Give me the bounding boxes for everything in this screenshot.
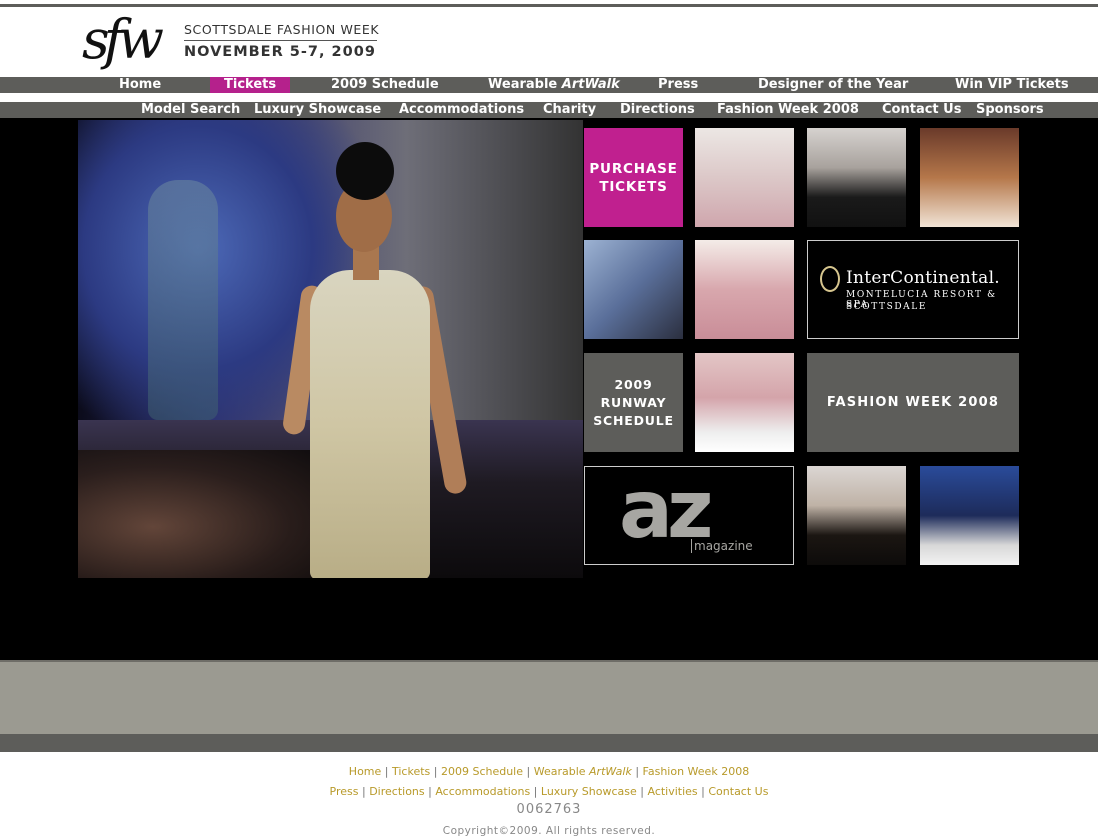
logo-script: sfw (82, 8, 164, 71)
nav-sponsors[interactable]: Sponsors (976, 102, 1044, 118)
footer-separator: | (358, 785, 370, 798)
footer-separator: | (530, 785, 541, 798)
nav-2009-schedule[interactable]: 2009 Schedule (331, 77, 439, 93)
secondary-nav: Model Search Luxury Showcase Accommodati… (0, 102, 1098, 118)
footer-links-row-2: Press | Directions | Accommodations | Lu… (0, 785, 1098, 798)
footer-link-accommodations[interactable]: Accommodations (435, 785, 530, 798)
footer-link-luxury-showcase[interactable]: Luxury Showcase (541, 785, 637, 798)
nav-wearable-label: Wearable (488, 77, 562, 92)
footer-band-dark (0, 734, 1098, 752)
intercontinental-emblem-icon (820, 266, 840, 292)
photo-tile-model-black-coat[interactable] (807, 466, 906, 565)
nav-home[interactable]: Home (119, 77, 161, 93)
nav-model-search[interactable]: Model Search (141, 102, 240, 118)
runway-schedule-label: 2009 RUNWAY SCHEDULE (593, 376, 674, 428)
footer-separator: | (636, 785, 648, 798)
fashion-week-2008-label: FASHION WEEK 2008 (826, 394, 1000, 410)
logo-title: SCOTTSDALE FASHION WEEK (184, 22, 380, 37)
purchase-tickets-label: PURCHASE TICKETS (589, 160, 678, 195)
fashion-week-2008-tile[interactable]: FASHION WEEK 2008 (807, 353, 1019, 452)
footer-separator: | (430, 765, 441, 778)
footer-band-light (0, 660, 1098, 734)
footer-link-fashion-week-2008[interactable]: Fashion Week 2008 (643, 765, 750, 778)
primary-nav: Home Tickets 2009 Schedule Wearable ArtW… (0, 77, 1098, 93)
footer-separator: | (697, 785, 709, 798)
nav-designer-of-the-year[interactable]: Designer of the Year (758, 77, 908, 93)
footer-wearable-label: Wearable (533, 765, 590, 778)
footer-link-activities[interactable]: Activities (647, 785, 697, 798)
copyright: Copyright©2009. All rights reserved. (442, 825, 656, 837)
photo-tile-gown-train[interactable] (695, 353, 794, 452)
nav-fashion-week-2008[interactable]: Fashion Week 2008 (717, 102, 859, 118)
photo-tile-designer[interactable] (807, 128, 906, 227)
photo-tile-model-pink-gown[interactable] (695, 128, 794, 227)
hero-runway-photo (78, 120, 583, 578)
site-logo[interactable]: sfw SCOTTSDALE FASHION WEEK NOVEMBER 5-7… (82, 10, 382, 76)
hero-model-dress (310, 270, 430, 578)
nav-accommodations[interactable]: Accommodations (399, 102, 524, 118)
footer-separator: | (381, 765, 392, 778)
intercontinental-city: SCOTTSDALE (846, 302, 928, 312)
photo-tile-model-printed-top[interactable] (920, 466, 1019, 565)
visit-counter: 0062763 (516, 802, 582, 817)
nav-charity[interactable]: Charity (543, 102, 596, 118)
footer-link-home[interactable]: Home (349, 765, 381, 778)
footer-separator: | (631, 765, 643, 778)
footer-artwalk-label: ArtWalk (589, 765, 632, 778)
az-magazine-tile[interactable]: az magazine (584, 466, 794, 565)
footer-link-press[interactable]: Press (330, 785, 359, 798)
photo-tile-pink-mermaid-gown[interactable] (695, 240, 794, 339)
logo-divider (184, 40, 377, 41)
nav-wearable-artwalk[interactable]: Wearable ArtWalk (488, 77, 620, 93)
nav-directions[interactable]: Directions (620, 102, 695, 118)
nav-artwalk-label: ArtWalk (561, 77, 620, 92)
hero-background-model (148, 180, 218, 420)
purchase-tickets-tile[interactable]: PURCHASE TICKETS (584, 128, 683, 227)
nav-win-vip-tickets[interactable]: Win VIP Tickets (955, 77, 1069, 93)
runway-schedule-tile[interactable]: 2009 RUNWAY SCHEDULE (584, 353, 683, 452)
top-rule (0, 4, 1098, 7)
photo-tile-model-black-dress[interactable] (584, 240, 683, 339)
hero-model-hair (336, 142, 394, 200)
event-dates: NOVEMBER 5-7, 2009 (184, 44, 376, 60)
footer-link-2009-schedule[interactable]: 2009 Schedule (441, 765, 523, 778)
footer-link-directions[interactable]: Directions (369, 785, 424, 798)
footer-links-row-1: Home | Tickets | 2009 Schedule | Wearabl… (0, 765, 1098, 778)
nav-contact-us[interactable]: Contact Us (882, 102, 961, 118)
photo-tile-runway-show[interactable] (920, 128, 1019, 227)
az-magazine-label: magazine (691, 539, 753, 553)
intercontinental-name: InterContinental. (846, 268, 1001, 288)
footer-link-wearable-artwalk[interactable]: Wearable ArtWalk (534, 765, 632, 778)
footer-separator: | (523, 765, 534, 778)
footer-link-contact-us[interactable]: Contact Us (708, 785, 768, 798)
nav-tickets[interactable]: Tickets (210, 77, 291, 93)
footer-separator: | (424, 785, 436, 798)
hero-audience (78, 450, 328, 578)
intercontinental-sponsor-tile[interactable]: InterContinental. MONTELUCIA RESORT & SP… (807, 240, 1019, 339)
nav-luxury-showcase[interactable]: Luxury Showcase (254, 102, 381, 118)
nav-press[interactable]: Press (658, 77, 698, 93)
footer-link-tickets[interactable]: Tickets (392, 765, 430, 778)
